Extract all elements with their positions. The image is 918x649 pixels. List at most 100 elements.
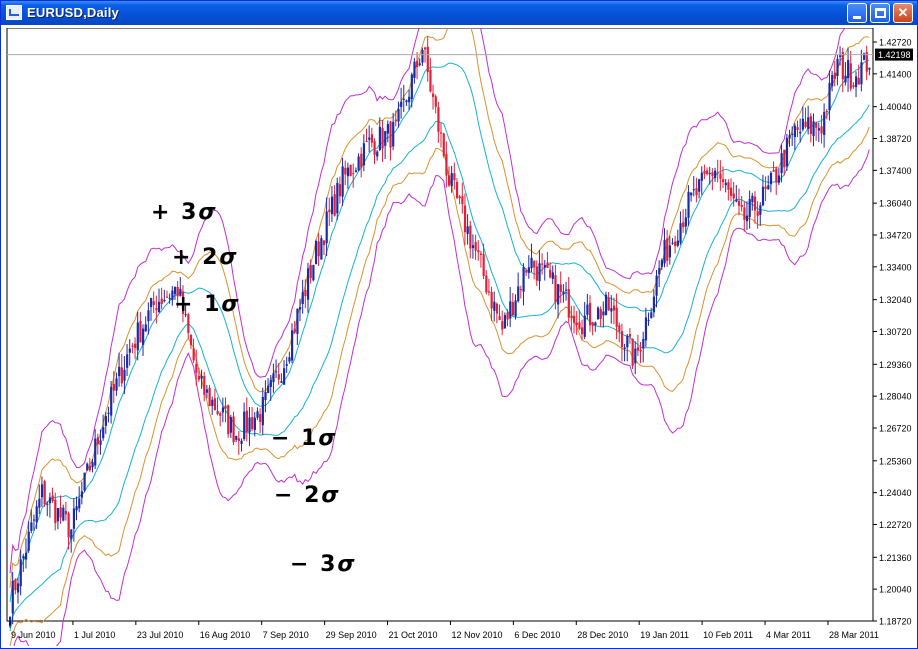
candle-bear [841,51,844,80]
candle-bull [602,311,605,316]
candle-bull [586,304,589,315]
sigma-label-plus2-text: + 2 [172,245,220,270]
candle-bear [370,134,374,143]
candle-bear [559,284,562,292]
maximize-icon [875,8,886,18]
candle-bull [24,552,28,560]
candle-bull [62,507,65,521]
candle-bear [549,269,552,278]
chart-area[interactable]: 1.42720 1.41400 1.40040 1.38720 1.37400 1.360… [5,28,915,646]
candle-bull [144,324,147,332]
candle-bear [711,172,714,176]
candle-bear [373,141,376,155]
candle-bull [493,301,496,311]
candle-bull [708,173,711,175]
band-line-minus1 [9,104,870,632]
candle-bear [729,187,733,196]
y-tick-label: 1.26720 [879,424,912,434]
candle-bear [160,298,163,304]
candle-bear [187,314,190,333]
candle-bull [200,375,203,379]
candle-bull [30,522,33,531]
x-tick-label: 28 Mar 2011 [829,630,879,640]
candle-bull [354,170,358,173]
candle-bear [64,511,68,515]
y-tick-label: 1.37400 [879,166,912,176]
candle-bull [724,182,727,186]
candle-bull [503,315,507,329]
sigma-symbol: σ [198,200,218,225]
candle-bear [575,322,578,325]
candle-bear [112,383,115,391]
candle-bear [477,250,480,253]
candle-bear [251,417,254,430]
candle-bear [716,172,719,174]
price-chart[interactable]: 1.42720 1.41400 1.40040 1.38720 1.37400 1.360… [5,28,915,646]
band-line-minus2 [9,126,870,646]
candle-bear [479,253,483,255]
minimize-button[interactable] [847,3,867,23]
x-tick-label: 1 Jul 2010 [74,630,116,640]
chart-window: EURUSD,Daily ✕ 1.42720 1.41400 1.40040 1.38… [0,0,918,649]
candle-bear [695,188,698,196]
candle-bull [714,170,717,179]
candle-bear [588,302,592,326]
candle-bull [668,245,672,258]
sigma-symbol: σ [318,426,338,451]
candle-bull [450,173,453,187]
candle-bull [104,416,107,426]
close-icon: ✕ [897,5,909,20]
candle-bear [429,69,432,92]
candle-bull [362,143,366,166]
candle-bear [216,410,219,415]
candle-bull [769,172,773,185]
x-tick-label: 4 Mar 2011 [766,630,811,640]
candle-bull [647,319,650,321]
candle-bear [674,241,677,247]
candle-bull [831,74,834,87]
candle-bear [628,334,632,337]
candle-bear [381,128,384,149]
candle-bear [360,153,363,168]
candle-bear [772,169,775,172]
candle-bull [527,267,530,273]
candle-bull [642,338,645,349]
candle-bull [314,240,318,265]
candle-bear [666,238,669,261]
candle-bear [498,316,501,321]
sigma-label-plus2: + 2σ [172,245,239,270]
candle-bear [599,309,602,319]
x-tick-label: 19 Jan 2011 [640,630,689,640]
candle-bull [658,268,661,275]
close-button[interactable]: ✕ [893,3,913,23]
candle-bull [780,153,783,174]
candle-bull [788,135,791,139]
candle-bear [573,315,576,323]
candle-bear [437,107,440,132]
candle-bull [253,417,256,430]
candle-bear [424,47,427,50]
candle-bear [389,121,392,148]
candle-bull [296,308,299,334]
candle-bear [344,167,347,175]
candle-bull [557,284,560,305]
candle-bear [440,132,443,134]
x-tick-label: 10 Feb 2011 [703,630,753,640]
y-tick-label: 1.30720 [879,327,912,337]
candle-bear [618,325,621,332]
candle-bear [237,438,241,441]
candle-bull [626,336,629,348]
chart-window-icon[interactable] [6,5,22,20]
candle-bull [522,267,525,292]
maximize-button[interactable] [870,3,890,23]
candle-bull [402,98,405,100]
candle-bull [660,260,664,267]
title-bar[interactable]: EURUSD,Daily ✕ [1,1,917,25]
band-line-plus2 [9,28,870,588]
candle-bull [40,484,44,498]
candle-bull [243,411,246,440]
x-tick-label: 12 Nov 2010 [451,630,502,640]
candle-bull [115,378,118,391]
candle-bear [546,262,549,269]
candle-bear [442,133,445,156]
